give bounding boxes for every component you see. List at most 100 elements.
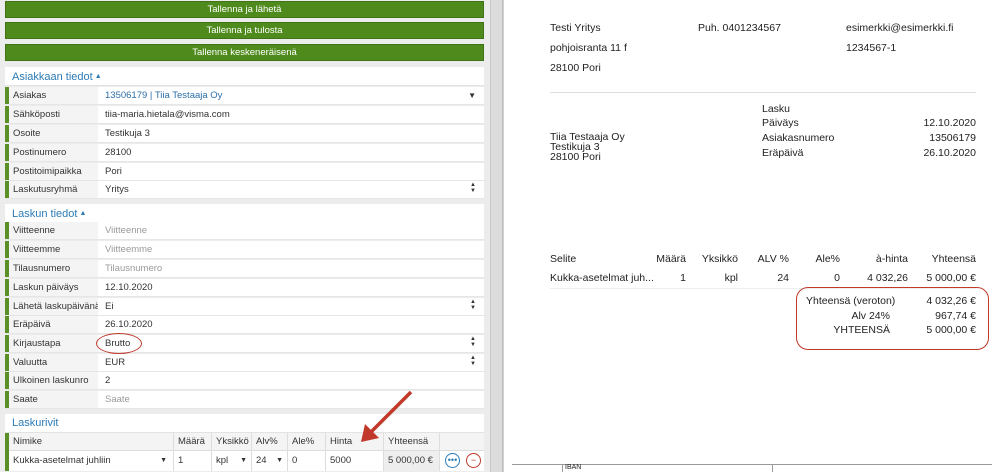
price-input[interactable]: 5000 — [325, 451, 383, 471]
remove-row-icon[interactable]: − — [466, 453, 481, 468]
external-invoice-number-input[interactable]: 2 — [105, 372, 478, 389]
pane-splitter[interactable] — [490, 0, 503, 472]
dropdown-arrow-icon[interactable]: ▼ — [276, 451, 283, 471]
field-due-date[interactable]: Eräpäivä 26.10.2020 — [5, 316, 484, 334]
save-and-send-button[interactable]: Tallenna ja lähetä — [5, 1, 484, 18]
preview-column-header: Selite — [550, 253, 577, 265]
cover-note-input[interactable]: Saate — [105, 391, 478, 408]
field-label: Saate — [5, 391, 98, 408]
currency-select[interactable]: EUR — [105, 354, 478, 371]
updown-arrows-icon[interactable]: ▲ ▼ — [470, 336, 476, 348]
discount-input[interactable]: 0 — [287, 451, 325, 471]
field-label: Valuutta — [5, 354, 98, 371]
quantity-input[interactable]: 1 — [173, 451, 211, 471]
field-order-number[interactable]: Tilausnumero Tilausnumero — [5, 260, 484, 278]
updown-arrows-icon[interactable]: ▲ ▼ — [470, 299, 476, 311]
preview-column-header: à-hinta — [875, 253, 908, 265]
column-header-actions — [439, 433, 484, 451]
email-input[interactable]: tiia-maria.hietala@visma.com — [105, 106, 478, 123]
dropdown-arrow-icon[interactable]: ▼ — [160, 451, 167, 471]
save-and-print-button[interactable]: Tallenna ja tulosta — [5, 22, 484, 39]
annotation-circle — [796, 287, 989, 350]
preview-row-unit-price: 4 032,26 — [867, 272, 908, 284]
field-address[interactable]: Osoite Testikuja 3 — [5, 125, 484, 143]
invoice-lines-title: Laskurivit — [12, 417, 59, 429]
meta-value: 13506179 — [929, 132, 976, 144]
field-label: Postinumero — [5, 144, 98, 161]
preview-row-vat: 24 — [777, 272, 789, 284]
address-input[interactable]: Testikuja 3 — [105, 125, 478, 142]
sender-email: esimerkki@esimerkki.fi — [846, 22, 954, 34]
field-label: Sähköposti — [5, 106, 98, 123]
field-our-reference[interactable]: Viitteemme Viitteemme — [5, 241, 484, 259]
field-invoice-date[interactable]: Laskun päiväys 12.10.2020 — [5, 279, 484, 297]
field-label: Postitoimipaikka — [5, 163, 98, 180]
send-on-invoice-date-select[interactable]: Ei — [105, 298, 478, 315]
meta-label: Asiakasnumero — [762, 132, 835, 144]
field-postal-code[interactable]: Postinumero 28100 — [5, 144, 484, 162]
item-name: Kukka-asetelmat juhliin — [13, 455, 111, 466]
table-row[interactable]: Kukka-asetelmat juhliin ▼ 1 kpl ▼ 24 ▼ 0… — [5, 451, 484, 471]
dropdown-arrow-icon[interactable]: ▼ — [468, 87, 476, 104]
preview-column-header: Yhteensä — [931, 253, 976, 265]
meta-value: 26.10.2020 — [923, 147, 976, 159]
column-header: Ale% — [287, 433, 325, 451]
field-booking-method[interactable]: Kirjaustapa Brutto ▲ ▼ — [5, 335, 484, 353]
vat-select[interactable]: 24 ▼ — [251, 451, 287, 471]
document-title: Lasku — [762, 103, 791, 115]
footer-separator — [772, 464, 773, 472]
invoice-editor-pane: Tallenna ja lähetä Tallenna ja tulosta T… — [0, 0, 490, 472]
customer-section-header[interactable]: Asiakkaan tiedot ▲ — [5, 67, 484, 86]
field-label: Tilausnumero — [5, 260, 98, 277]
booking-method-select[interactable]: Brutto — [105, 335, 478, 352]
field-email[interactable]: Sähköposti tiia-maria.hietala@visma.com — [5, 106, 484, 124]
save-draft-button[interactable]: Tallenna keskeneräisenä — [5, 44, 484, 61]
due-date-input[interactable]: 26.10.2020 — [105, 316, 478, 333]
preview-column-header: ALV % — [757, 253, 789, 265]
field-billing-group[interactable]: Laskutusryhmä Yritys ▲ ▼ — [5, 181, 484, 199]
field-city[interactable]: Postitoimipaikka Pori — [5, 163, 484, 181]
field-label: Ulkoinen laskunro — [5, 372, 98, 389]
field-your-reference[interactable]: Viitteenne Viitteenne — [5, 222, 484, 240]
field-send-on-invoice-date[interactable]: Lähetä laskupäivänä Ei ▲ ▼ — [5, 298, 484, 316]
unit-select[interactable]: kpl ▼ — [211, 451, 251, 471]
line-total: 5 000,00 € — [383, 451, 439, 471]
sender-street: pohjoisranta 11 f — [550, 42, 627, 54]
unit-value: kpl — [216, 455, 229, 466]
sender-postal: 28100 Pori — [550, 62, 601, 74]
caret-up-icon: ▲ — [94, 73, 102, 80]
field-label: Asiakas — [5, 87, 98, 104]
preview-row-total: 5 000,00 € — [926, 272, 976, 284]
invoice-section-title: Laskun tiedot — [12, 208, 78, 220]
billing-group-select[interactable]: Yritys — [105, 181, 478, 198]
footer-divider — [512, 464, 992, 465]
dropdown-arrow-icon[interactable]: ▼ — [240, 451, 247, 471]
our-reference-input[interactable]: Viitteemme — [105, 241, 478, 258]
sender-business-id: 1234567-1 — [846, 42, 897, 54]
field-label: Lähetä laskupäivänä — [5, 298, 98, 315]
more-options-icon[interactable]: ••• — [445, 453, 460, 468]
caret-up-icon: ▲ — [79, 210, 87, 217]
field-customer[interactable]: Asiakas 13506179 | Tiia Testaaja Oy ▼ — [5, 87, 484, 105]
field-currency[interactable]: Valuutta EUR ▲ ▼ — [5, 354, 484, 372]
updown-arrows-icon[interactable]: ▲ ▼ — [470, 182, 476, 194]
column-header: Määrä — [173, 433, 211, 451]
order-number-input[interactable]: Tilausnumero — [105, 260, 478, 277]
annotation-arrow-icon — [361, 390, 413, 442]
preview-column-header: Yksikkö — [701, 253, 738, 265]
item-select[interactable]: Kukka-asetelmat juhliin ▼ — [5, 451, 173, 471]
sender-company: Testi Yritys — [550, 22, 601, 34]
recipient-postal: 28100 Pori — [550, 151, 601, 163]
field-label: Eräpäivä — [5, 316, 98, 333]
field-label: Viitteenne — [5, 222, 98, 239]
preview-column-header: Määrä — [656, 253, 686, 265]
your-reference-input[interactable]: Viitteenne — [105, 222, 478, 239]
invoice-date-input[interactable]: 12.10.2020 — [105, 279, 478, 296]
column-header: Alv% — [251, 433, 287, 451]
updown-arrows-icon[interactable]: ▲ ▼ — [470, 355, 476, 367]
city-input[interactable]: Pori — [105, 163, 478, 180]
invoice-section-header[interactable]: Laskun tiedot ▲ — [5, 204, 484, 223]
customer-select[interactable]: 13506179 | Tiia Testaaja Oy — [105, 87, 478, 104]
field-label: Viitteemme — [5, 241, 98, 258]
postal-code-input[interactable]: 28100 — [105, 144, 478, 161]
